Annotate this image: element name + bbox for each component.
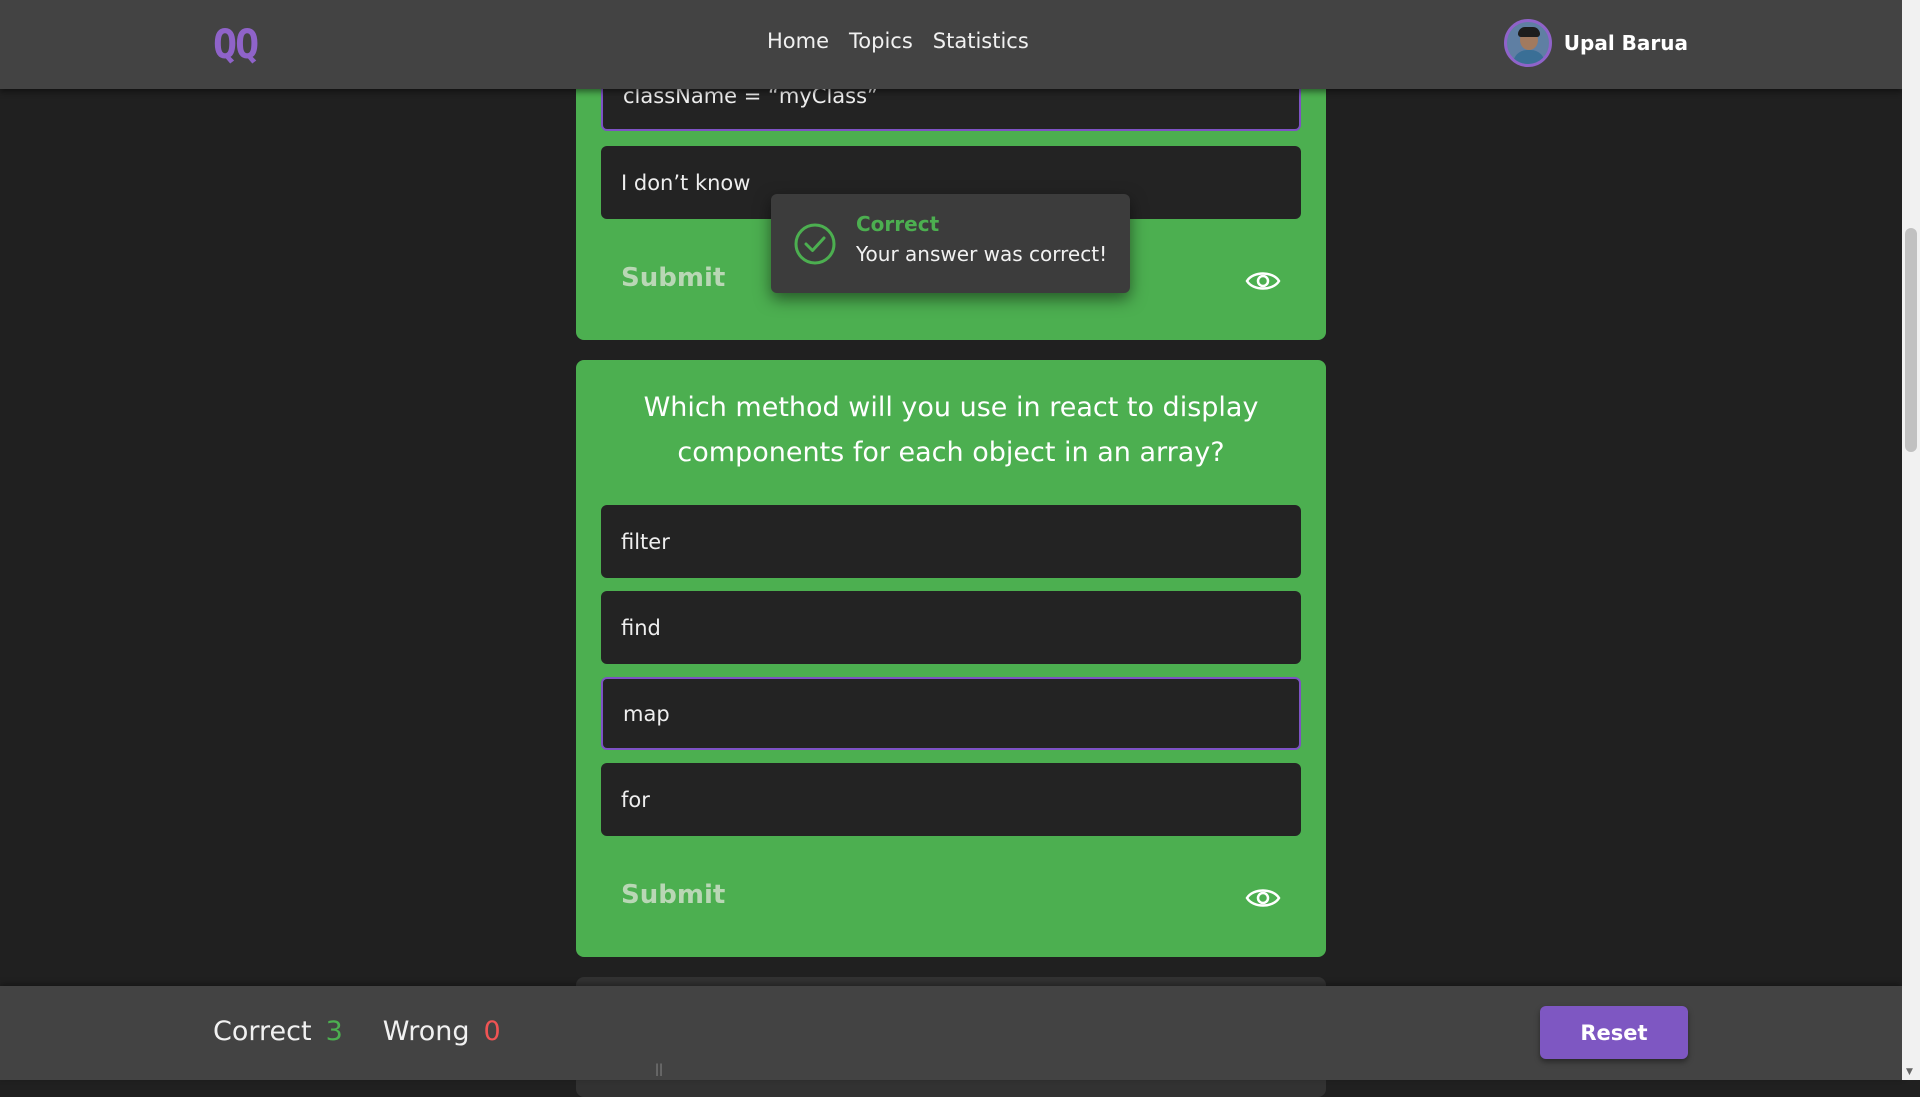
scroll-down-icon[interactable]: ▼ bbox=[1906, 1067, 1913, 1077]
answer-option[interactable]: for bbox=[601, 763, 1301, 836]
nav-statistics-link[interactable]: Statistics bbox=[933, 29, 1029, 53]
check-circle-icon bbox=[794, 223, 836, 265]
submit-button[interactable]: Submit bbox=[621, 263, 725, 293]
answer-option[interactable]: map bbox=[601, 677, 1301, 750]
answer-option[interactable]: filter bbox=[601, 505, 1301, 578]
nav-topics-link[interactable]: Topics bbox=[849, 29, 913, 53]
score-summary: Correct 3 Wrong 0 bbox=[213, 1016, 501, 1047]
user-profile[interactable]: Upal Barua bbox=[1503, 19, 1688, 67]
scrollbar-thumb[interactable] bbox=[1905, 228, 1917, 452]
eye-icon[interactable] bbox=[1245, 885, 1281, 911]
resize-handle-icon: || bbox=[655, 1062, 664, 1076]
toast-message: Your answer was correct! bbox=[856, 242, 1108, 266]
wrong-score: Wrong 0 bbox=[383, 1016, 501, 1047]
nav-home-link[interactable]: Home bbox=[767, 29, 829, 53]
question-card: Which method will you use in react to di… bbox=[576, 360, 1326, 957]
answer-option[interactable]: find bbox=[601, 591, 1301, 664]
user-name: Upal Barua bbox=[1563, 31, 1688, 55]
score-footer: Correct 3 Wrong 0 || Reset bbox=[0, 986, 1902, 1080]
correct-count: 3 bbox=[325, 1016, 343, 1047]
correct-label: Correct bbox=[213, 1016, 312, 1047]
correct-score: Correct 3 bbox=[213, 1016, 343, 1047]
app-logo[interactable]: QQ bbox=[213, 22, 259, 68]
correct-toast: Correct Your answer was correct! bbox=[771, 194, 1130, 293]
submit-button[interactable]: Submit bbox=[621, 880, 725, 910]
wrong-count: 0 bbox=[483, 1016, 501, 1047]
eye-icon[interactable] bbox=[1245, 268, 1281, 294]
reset-button[interactable]: Reset bbox=[1540, 1006, 1688, 1059]
toast-title: Correct bbox=[856, 212, 940, 236]
avatar[interactable] bbox=[1503, 19, 1552, 67]
wrong-label: Wrong bbox=[382, 1016, 470, 1047]
question-text: Which method will you use in react to di… bbox=[643, 392, 1259, 468]
top-navbar: QQ Home Topics Statistics Upal Barua bbox=[0, 0, 1902, 89]
nav-links: Home Topics Statistics bbox=[767, 29, 1029, 53]
page-scrollbar[interactable]: ▼ bbox=[1902, 0, 1920, 1080]
